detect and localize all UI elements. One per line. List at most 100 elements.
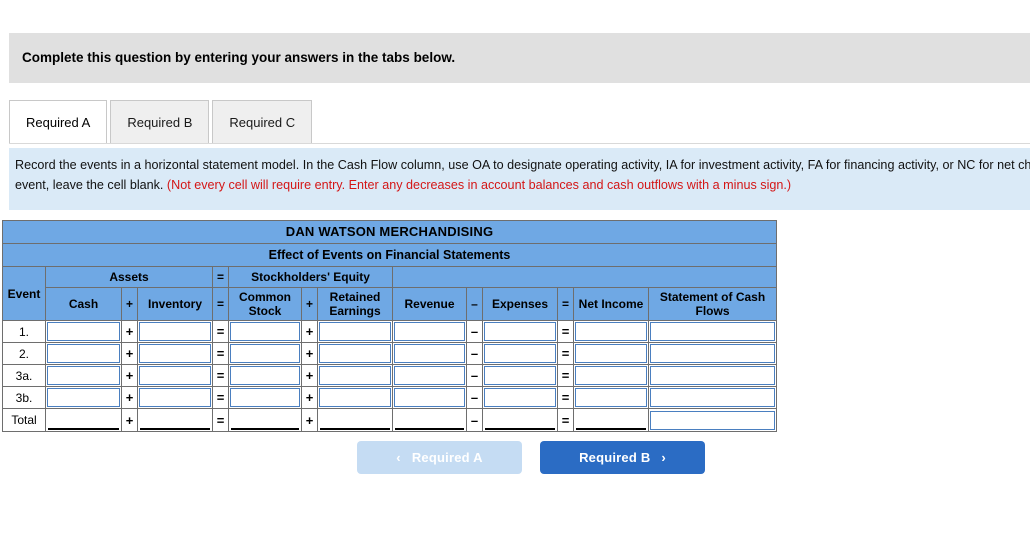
input-retained-earnings[interactable]	[319, 388, 391, 407]
instructions-paragraph: Record the events in a horizontal statem…	[15, 156, 1030, 195]
cell-retained-earnings[interactable]	[317, 320, 393, 343]
operator-plus: +	[121, 320, 138, 343]
total-row-label: Total	[2, 408, 46, 432]
operator-plus: +	[301, 342, 318, 365]
input-retained-earnings[interactable]	[319, 322, 391, 341]
input-cash[interactable]	[47, 366, 120, 385]
total-retained-earnings	[317, 408, 393, 432]
total-inventory-value	[140, 410, 210, 430]
cell-revenue[interactable]	[392, 342, 467, 365]
cell-common-stock[interactable]	[228, 342, 302, 365]
input-retained-earnings[interactable]	[319, 366, 391, 385]
total-common-stock	[228, 408, 302, 432]
header-net-income: Net Income	[573, 287, 649, 321]
cell-net-income[interactable]	[573, 364, 649, 387]
question-banner: Complete this question by entering your …	[9, 33, 1030, 83]
cell-statement-of-cash-flows[interactable]	[648, 320, 777, 343]
input-net-income[interactable]	[575, 344, 647, 363]
input-cash[interactable]	[47, 322, 120, 341]
cell-inventory[interactable]	[137, 342, 213, 365]
input-common-stock[interactable]	[230, 344, 300, 363]
cell-net-income[interactable]	[573, 320, 649, 343]
cell-statement-of-cash-flows[interactable]	[648, 364, 777, 387]
input-total-statement-of-cash-flows[interactable]	[650, 410, 775, 430]
cell-expenses[interactable]	[482, 386, 558, 409]
cell-expenses[interactable]	[482, 320, 558, 343]
input-revenue[interactable]	[394, 344, 465, 363]
input-revenue[interactable]	[394, 322, 465, 341]
input-net-income[interactable]	[575, 388, 647, 407]
total-statement-of-cash-flows[interactable]	[648, 408, 777, 432]
input-statement-of-cash-flows[interactable]	[650, 344, 775, 363]
header-revenue: Revenue	[392, 287, 467, 321]
header-group-equals: =	[212, 266, 229, 288]
cell-net-income[interactable]	[573, 342, 649, 365]
cell-inventory[interactable]	[137, 364, 213, 387]
input-statement-of-cash-flows[interactable]	[650, 322, 775, 341]
input-expenses[interactable]	[484, 344, 556, 363]
input-statement-of-cash-flows[interactable]	[650, 388, 775, 407]
operator-plus: +	[301, 320, 318, 343]
cell-expenses[interactable]	[482, 342, 558, 365]
input-expenses[interactable]	[484, 322, 556, 341]
cell-common-stock[interactable]	[228, 386, 302, 409]
input-statement-of-cash-flows[interactable]	[650, 366, 775, 385]
cell-net-income[interactable]	[573, 386, 649, 409]
cell-common-stock[interactable]	[228, 364, 302, 387]
operator-equals: =	[212, 386, 229, 409]
header-group-spacer	[392, 266, 777, 288]
input-common-stock[interactable]	[230, 366, 300, 385]
tab-required-b[interactable]: Required B	[110, 100, 210, 144]
operator-equals: =	[212, 364, 229, 387]
operator-plus: +	[301, 364, 318, 387]
row-event-label: 1.	[2, 320, 46, 343]
chevron-left-icon: ‹	[396, 450, 401, 465]
cell-statement-of-cash-flows[interactable]	[648, 342, 777, 365]
cell-cash[interactable]	[45, 364, 122, 387]
cell-common-stock[interactable]	[228, 320, 302, 343]
input-inventory[interactable]	[139, 366, 211, 385]
cell-cash[interactable]	[45, 386, 122, 409]
input-inventory[interactable]	[139, 344, 211, 363]
next-required-b-button[interactable]: Required B ›	[540, 441, 705, 474]
input-revenue[interactable]	[394, 388, 465, 407]
total-cash-value	[48, 410, 119, 430]
input-common-stock[interactable]	[230, 322, 300, 341]
prev-required-a-button[interactable]: ‹ Required A	[357, 441, 522, 474]
input-net-income[interactable]	[575, 322, 647, 341]
operator-minus: –	[466, 342, 483, 365]
total-expenses	[482, 408, 558, 432]
input-inventory[interactable]	[139, 388, 211, 407]
cell-retained-earnings[interactable]	[317, 342, 393, 365]
header-retained-earnings: Retained Earnings	[317, 287, 393, 321]
input-inventory[interactable]	[139, 322, 211, 341]
input-net-income[interactable]	[575, 366, 647, 385]
cell-revenue[interactable]	[392, 386, 467, 409]
input-retained-earnings[interactable]	[319, 344, 391, 363]
cell-revenue[interactable]	[392, 364, 467, 387]
input-cash[interactable]	[47, 344, 120, 363]
input-expenses[interactable]	[484, 388, 556, 407]
cell-expenses[interactable]	[482, 364, 558, 387]
row-event-label: 3a.	[2, 364, 46, 387]
input-cash[interactable]	[47, 388, 120, 407]
cell-cash[interactable]	[45, 320, 122, 343]
operator-plus: +	[121, 342, 138, 365]
cell-inventory[interactable]	[137, 320, 213, 343]
tab-required-c[interactable]: Required C	[212, 100, 313, 144]
input-expenses[interactable]	[484, 366, 556, 385]
cell-retained-earnings[interactable]	[317, 386, 393, 409]
cell-inventory[interactable]	[137, 386, 213, 409]
cell-cash[interactable]	[45, 342, 122, 365]
header-equals-1: =	[212, 287, 229, 321]
total-revenue	[392, 408, 467, 432]
input-common-stock[interactable]	[230, 388, 300, 407]
input-revenue[interactable]	[394, 366, 465, 385]
cell-retained-earnings[interactable]	[317, 364, 393, 387]
cell-revenue[interactable]	[392, 320, 467, 343]
cell-statement-of-cash-flows[interactable]	[648, 386, 777, 409]
tab-required-a[interactable]: Required A	[9, 100, 108, 144]
table-row: 1. + = + – =	[2, 320, 777, 343]
operator-plus: +	[121, 386, 138, 409]
header-inventory: Inventory	[137, 287, 213, 321]
